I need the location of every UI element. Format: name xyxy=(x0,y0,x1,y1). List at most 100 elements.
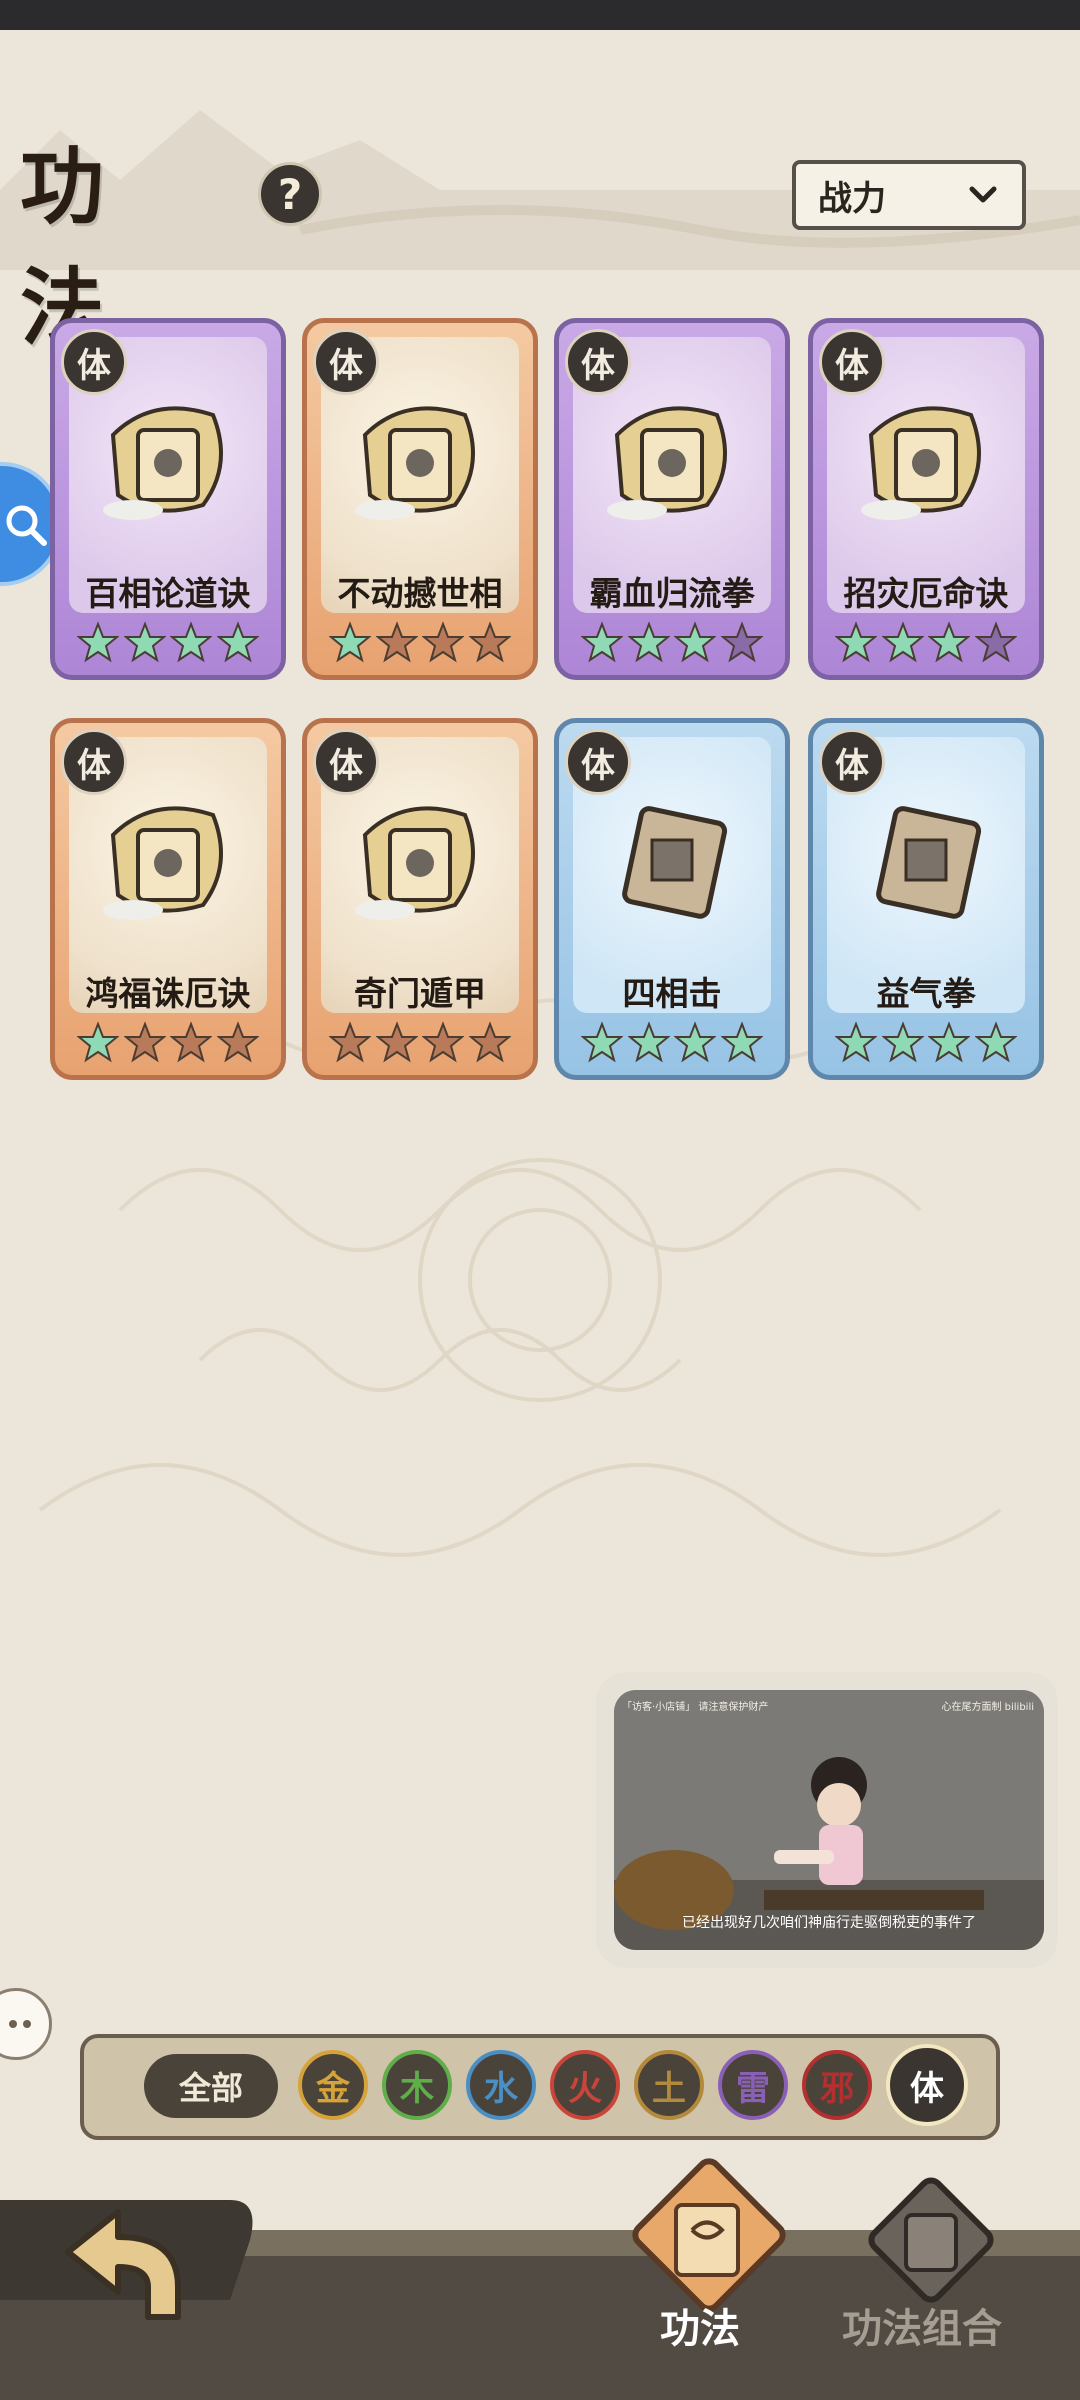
tab-gongfa-combo[interactable]: 功法组合 xyxy=(826,2170,1026,2370)
star-filled-icon xyxy=(77,621,119,663)
gongfa-card[interactable]: 体鸿福诛厄诀 xyxy=(50,718,286,1080)
element-badge: 体 xyxy=(565,329,631,395)
star-filled-icon xyxy=(974,1021,1017,1063)
star-filled-icon xyxy=(581,621,623,663)
star-empty-icon xyxy=(422,621,465,663)
star-filled-icon xyxy=(674,621,717,663)
gongfa-card[interactable]: 体霸血归流拳 xyxy=(554,318,790,680)
star-rating xyxy=(835,1021,1017,1063)
skill-book-icon xyxy=(622,806,728,919)
back-arrow-icon xyxy=(65,2209,181,2320)
sort-selected-label: 战力 xyxy=(818,178,886,219)
star-empty-icon xyxy=(974,621,1017,663)
star-empty-icon xyxy=(216,1021,259,1063)
video-scene xyxy=(614,1690,1044,1950)
element-badge: 体 xyxy=(313,329,379,395)
filter-element-4[interactable]: 土 xyxy=(634,2050,704,2120)
video-frame[interactable]: 「访客·小店铺」 请注意保护财产 心在尾方面制 bilibili 已经出现好几次… xyxy=(614,1690,1044,1950)
element-badge: 体 xyxy=(61,729,127,795)
filter-element-1[interactable]: 木 xyxy=(382,2050,452,2120)
tab-combo-label: 功法组合 xyxy=(842,2306,1002,2352)
skill-book-icon xyxy=(103,806,223,920)
star-empty-icon xyxy=(375,1021,418,1063)
star-filled-icon xyxy=(835,621,877,663)
star-filled-icon xyxy=(216,621,259,663)
element-badge: 体 xyxy=(819,329,885,395)
video-subtitle: 已经出现好几次咱们神庙行走驱倒税吏的事件了 xyxy=(682,1915,976,1931)
star-rating xyxy=(581,1021,763,1063)
star-empty-icon xyxy=(375,621,418,663)
star-filled-icon xyxy=(835,1021,877,1063)
star-empty-icon xyxy=(329,1021,371,1063)
star-filled-icon xyxy=(329,621,371,663)
star-rating xyxy=(77,621,259,663)
star-empty-icon xyxy=(170,1021,213,1063)
element-badge: 体 xyxy=(313,729,379,795)
star-rating xyxy=(77,1021,259,1063)
star-filled-icon xyxy=(627,1021,670,1063)
star-filled-icon xyxy=(170,621,213,663)
star-empty-icon xyxy=(422,1021,465,1063)
filter-element-5[interactable]: 雷 xyxy=(718,2050,788,2120)
star-filled-icon xyxy=(928,621,971,663)
chat-icon xyxy=(9,2020,31,2028)
gongfa-card[interactable]: 体百相论道诀 xyxy=(50,318,286,680)
gongfa-card[interactable]: 体不动撼世相 xyxy=(302,318,538,680)
skill-book-icon xyxy=(861,406,981,520)
star-rating xyxy=(581,621,763,663)
gongfa-card[interactable]: 体四相击 xyxy=(554,718,790,1080)
tab-gongfa-label: 功法 xyxy=(660,2306,740,2352)
element-badge: 体 xyxy=(819,729,885,795)
skill-book-icon xyxy=(607,406,727,520)
element-filter-bar: 全部 金木水火土雷邪体 xyxy=(80,2034,1000,2140)
chat-bubble-button[interactable] xyxy=(0,1988,52,2060)
card-name: 不动撼世相 xyxy=(337,574,503,613)
star-empty-icon xyxy=(468,621,511,663)
help-icon[interactable]: ? xyxy=(258,162,322,226)
back-button[interactable] xyxy=(48,2192,198,2332)
filter-element-7[interactable]: 体 xyxy=(886,2044,968,2126)
card-name: 霸血归流拳 xyxy=(589,574,755,613)
gongfa-card[interactable]: 体益气拳 xyxy=(808,718,1044,1080)
gongfa-card[interactable]: 体奇门遁甲 xyxy=(302,718,538,1080)
filter-element-0[interactable]: 金 xyxy=(298,2050,368,2120)
video-caption-watermark: 心在尾方面制 bilibili xyxy=(941,1702,1034,1713)
star-filled-icon xyxy=(881,1021,924,1063)
card-name: 四相击 xyxy=(622,974,722,1013)
card-name: 益气拳 xyxy=(876,974,976,1013)
star-empty-icon xyxy=(468,1021,511,1063)
filter-all-button[interactable]: 全部 xyxy=(144,2054,278,2118)
gongfa-card[interactable]: 体招灾厄命诀 xyxy=(808,318,1044,680)
tab-gongfa[interactable]: 功法 xyxy=(604,2150,804,2352)
chevron-down-icon xyxy=(969,186,997,203)
video-caption-top: 「访客·小店铺」 请注意保护财产 xyxy=(622,1702,769,1713)
star-rating xyxy=(329,621,511,663)
skill-book-icon xyxy=(876,806,982,919)
star-filled-icon xyxy=(674,1021,717,1063)
filter-element-6[interactable]: 邪 xyxy=(802,2050,872,2120)
star-filled-icon xyxy=(123,621,166,663)
star-empty-icon xyxy=(123,1021,166,1063)
skill-book-icon xyxy=(355,806,475,920)
search-icon xyxy=(6,505,47,546)
star-filled-icon xyxy=(720,1021,763,1063)
filter-element-3[interactable]: 火 xyxy=(550,2050,620,2120)
card-name: 奇门遁甲 xyxy=(354,974,486,1013)
gongfa-book-icon xyxy=(632,2158,786,2312)
star-filled-icon xyxy=(627,621,670,663)
element-badge: 体 xyxy=(565,729,631,795)
skill-book-icon xyxy=(355,406,475,520)
filter-element-2[interactable]: 水 xyxy=(466,2050,536,2120)
card-name: 鸿福诛厄诀 xyxy=(85,974,251,1013)
star-empty-icon xyxy=(720,621,763,663)
star-filled-icon xyxy=(928,1021,971,1063)
element-badge: 体 xyxy=(61,329,127,395)
star-filled-icon xyxy=(881,621,924,663)
card-name: 招灾厄命诀 xyxy=(843,574,1009,613)
star-filled-icon xyxy=(581,1021,623,1063)
card-name: 百相论道诀 xyxy=(85,574,251,613)
status-bar xyxy=(0,0,1080,30)
sort-dropdown[interactable]: 战力 xyxy=(792,160,1026,230)
star-rating xyxy=(329,1021,511,1063)
video-pip[interactable]: 「访客·小店铺」 请注意保护财产 心在尾方面制 bilibili 已经出现好几次… xyxy=(596,1672,1058,1968)
